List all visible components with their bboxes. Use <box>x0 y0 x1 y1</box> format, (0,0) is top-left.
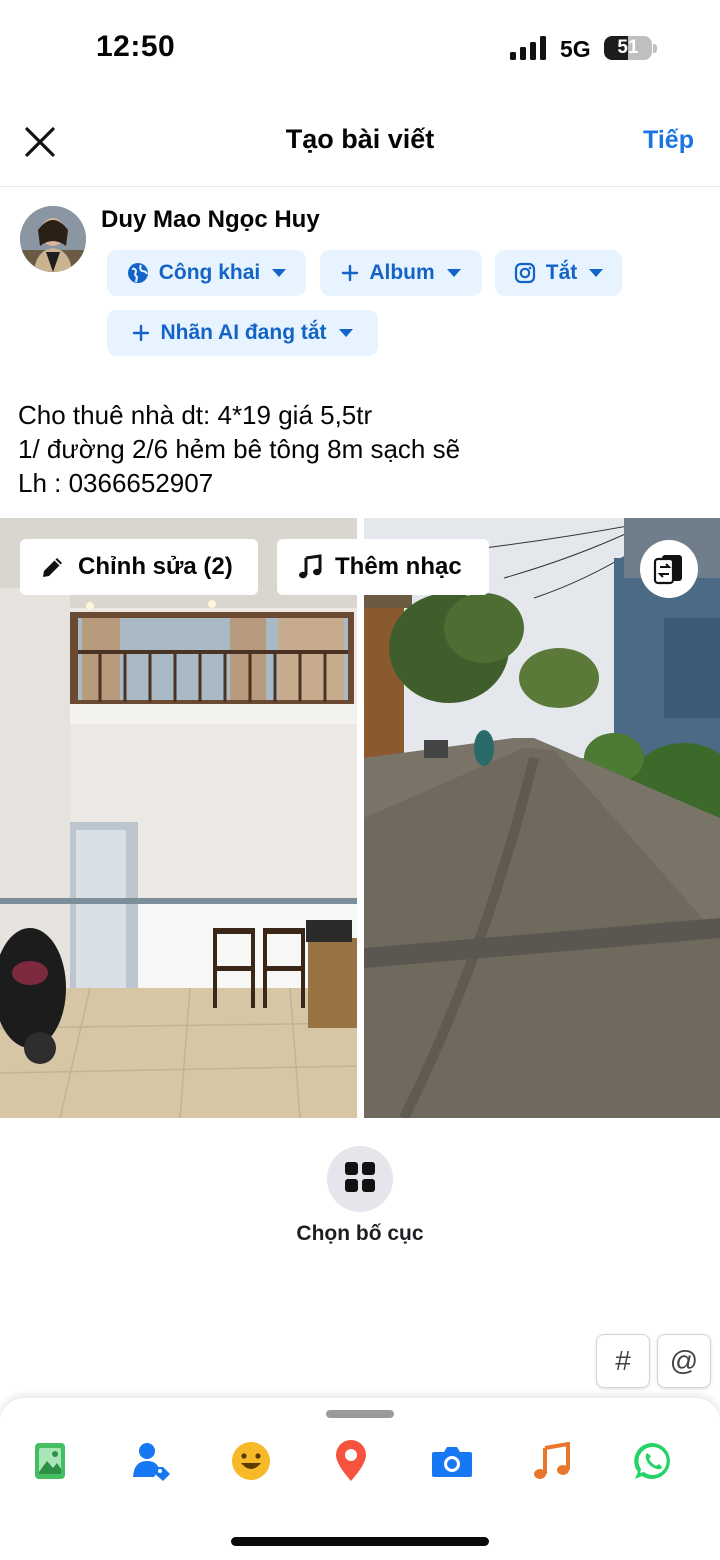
home-indicator[interactable] <box>231 1537 489 1546</box>
choose-layout-label: Chọn bố cục <box>296 1222 424 1245</box>
photo-interior[interactable] <box>0 518 357 1118</box>
location-icon[interactable] <box>330 1440 372 1482</box>
instagram-label: Tắt <box>545 261 578 284</box>
post-text[interactable]: Cho thuê nhà dt: 4*19 giá 5,5tr 1/ đường… <box>18 398 460 500</box>
hashtag-icon: # <box>615 1345 631 1376</box>
ai-label-chip[interactable]: Nhãn AI đang tắt <box>107 310 378 356</box>
album-label: Album <box>369 261 435 284</box>
globe-icon <box>127 262 149 284</box>
ai-label-text: Nhãn AI đang tắt <box>160 321 327 344</box>
battery-percent: 51 <box>617 37 639 58</box>
privacy-chip[interactable]: Công khai <box>107 250 306 296</box>
feeling-icon[interactable] <box>230 1440 272 1482</box>
next-button[interactable]: Tiếp <box>643 126 694 155</box>
grid-icon <box>344 1161 376 1198</box>
edit-photos-button[interactable]: Chỉnh sửa (2) <box>20 539 258 595</box>
photo-icon[interactable] <box>29 1440 71 1482</box>
plus-icon <box>132 324 150 342</box>
sheet-handle[interactable] <box>326 1410 394 1418</box>
page-title: Tạo bài viết <box>285 124 435 154</box>
network-label: 5G <box>560 36 591 62</box>
status-time: 12:50 <box>96 30 176 63</box>
privacy-label: Công khai <box>158 261 261 284</box>
instagram-icon <box>514 262 536 284</box>
add-music-button[interactable]: Thêm nhạc <box>277 539 489 595</box>
mention-icon: @ <box>669 1345 699 1376</box>
avatar[interactable] <box>20 206 86 272</box>
music-icon[interactable] <box>531 1440 573 1482</box>
whatsapp-icon[interactable] <box>632 1440 674 1482</box>
header-divider <box>0 186 720 187</box>
chevron-down-icon <box>272 269 287 277</box>
chevron-down-icon <box>338 329 353 337</box>
edit-photos-label: Chỉnh sửa (2) <box>78 553 233 580</box>
post-line: 1/ đường 2/6 hẻm bê tông 8m sạch sẽ <box>18 434 461 464</box>
music-note-icon <box>297 554 323 580</box>
user-name: Duy Mao Ngọc Huy <box>101 206 320 233</box>
add-music-label: Thêm nhạc <box>335 553 462 580</box>
battery-icon: 51 <box>604 36 652 60</box>
tag-people-icon[interactable] <box>131 1440 173 1482</box>
post-line: Cho thuê nhà dt: 4*19 giá 5,5tr <box>18 400 373 430</box>
swap-photos-icon[interactable] <box>640 540 698 598</box>
choose-layout-button[interactable] <box>327 1146 393 1212</box>
mention-button[interactable]: @ <box>657 1334 711 1388</box>
chevron-down-icon <box>446 269 461 277</box>
photo-alley[interactable] <box>364 518 720 1118</box>
chevron-down-icon <box>589 269 604 277</box>
signal-icon <box>510 36 546 60</box>
camera-icon[interactable] <box>431 1440 473 1482</box>
plus-icon <box>341 264 359 282</box>
pencil-icon <box>40 554 66 580</box>
instagram-chip[interactable]: Tắt <box>495 250 622 296</box>
hashtag-button[interactable]: # <box>596 1334 650 1388</box>
post-line: Lh : 0366652907 <box>18 468 214 498</box>
album-chip[interactable]: Album <box>320 250 482 296</box>
